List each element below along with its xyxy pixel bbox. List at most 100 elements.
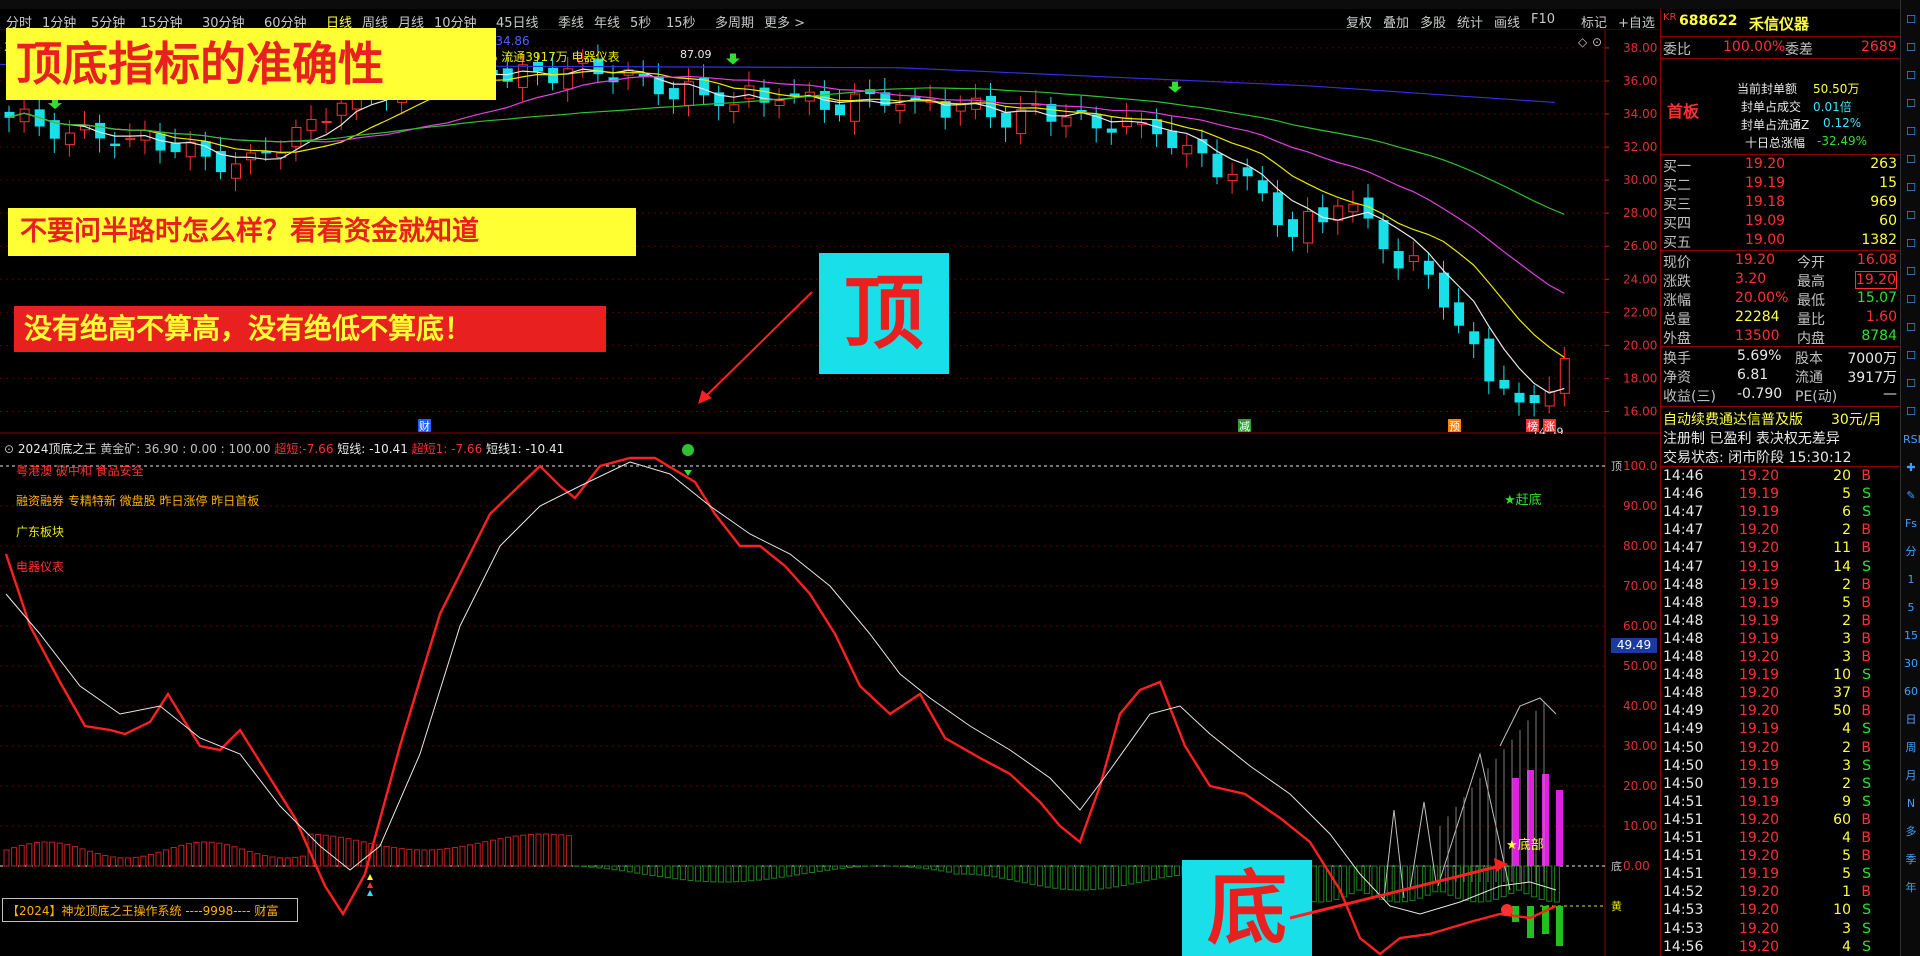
side-tool-icon[interactable]: ✚ [1903, 460, 1919, 476]
candle [215, 136, 226, 180]
seal-float-row: 封单占流通Z 0.12% [1661, 115, 1901, 134]
tool-button-6[interactable]: 标记 [1581, 12, 1607, 31]
side-tool-icon[interactable]: 5 [1903, 600, 1919, 616]
tick-volume: 10 [1833, 902, 1851, 919]
ten-day-row: 十日总涨幅 -32.49% [1661, 133, 1901, 152]
tick-row: 14:47 19.20 2 B [1661, 521, 1901, 539]
event-marker[interactable]: 预 [1449, 420, 1460, 433]
event-marker[interactable]: 减 [1239, 420, 1250, 433]
period-tab-13[interactable]: 5秒 [630, 12, 651, 31]
indicator-params: 黄金矿: 36.90 : 0.00 : 100.00 [100, 442, 271, 456]
side-tool-icon[interactable]: 日 [1903, 712, 1919, 728]
bid-price: 19.09 [1745, 213, 1786, 229]
side-tool-icon[interactable]: ☐ [1903, 376, 1919, 392]
side-tool-icon[interactable]: 季 [1903, 852, 1919, 868]
side-tool-icon[interactable]: ☐ [1903, 40, 1919, 56]
candle [185, 131, 196, 171]
side-tool-icon[interactable]: ☐ [1903, 264, 1919, 280]
tool-button-0[interactable]: 复权 [1346, 12, 1372, 31]
stat-label-2: 最高 [1797, 274, 1825, 290]
tick-row: 14:49 19.19 4 S [1661, 720, 1901, 738]
seal-amount-row: 当前封单额 50.50万 [1661, 79, 1901, 98]
tick-side: S [1862, 775, 1871, 792]
ad-price[interactable]: 30元/月 [1831, 409, 1882, 429]
side-tool-icon[interactable]: 多 [1903, 824, 1919, 840]
candle [1514, 382, 1525, 416]
event-marker[interactable]: 财 [419, 419, 430, 433]
stat-row: 涨幅 20.00% 最低 15.07 [1661, 289, 1901, 309]
side-tool-icon[interactable]: 30 [1903, 656, 1919, 672]
event-marker[interactable]: 涨 [1544, 420, 1555, 433]
indicator-name[interactable]: 2024顶底之王 [18, 442, 97, 456]
period-tab-12[interactable]: 年线 [594, 12, 620, 31]
tick-row: 14:50 19.20 2 B [1661, 739, 1901, 757]
side-tool-icon[interactable]: Fs [1903, 516, 1919, 532]
side-tool-icon[interactable]: N [1903, 796, 1919, 812]
bid-volume: 1382 [1861, 232, 1897, 248]
tool-button-2[interactable]: 多股 [1420, 12, 1446, 31]
side-tool-icon[interactable]: ☐ [1903, 124, 1919, 140]
tick-time: 14:51 [1663, 811, 1704, 828]
bid-row[interactable]: 买二 19.19 15 [1661, 174, 1901, 194]
side-tool-icon[interactable]: ☐ [1903, 12, 1919, 28]
period-tab-10[interactable]: 45日线 [496, 12, 539, 31]
tool-button-1[interactable]: 叠加 [1383, 12, 1409, 31]
side-tool-icon[interactable]: ☐ [1903, 208, 1919, 224]
ad-row[interactable]: 自动续费通达信普及版 30元/月 [1661, 408, 1901, 429]
bid-row[interactable]: 买一 19.20 263 [1661, 155, 1901, 175]
bid-row[interactable]: 买三 19.18 969 [1661, 193, 1901, 213]
main-y-tick-label: 20.00 [1623, 338, 1657, 352]
candle [246, 144, 257, 175]
seal-amount-label: 当前封单额 [1737, 82, 1798, 96]
period-tab-15[interactable]: 多周期 [715, 12, 754, 31]
weibi-value: 100.00% [1723, 39, 1786, 55]
side-tool-icon[interactable]: 月 [1903, 768, 1919, 784]
side-tool-icon[interactable]: 60 [1903, 684, 1919, 700]
tool-button-7[interactable]: +自选 [1618, 12, 1655, 31]
side-tool-icon[interactable]: ☐ [1903, 348, 1919, 364]
oscillator-chart[interactable]: 100.0 90.00 80.00 70.00 60.00 50.00 40.00 30.00… [0, 436, 1660, 956]
event-marker[interactable]: 榜 [1527, 419, 1538, 433]
signal-bar-up [1556, 790, 1563, 866]
stat-label-2: 量比 [1797, 312, 1825, 328]
tool-button-3[interactable]: 统计 [1457, 12, 1483, 31]
tick-row: 14:51 19.19 5 S [1661, 865, 1901, 883]
side-tool-icon[interactable]: 年 [1903, 880, 1919, 896]
stock-header[interactable]: KR 688622 禾信仪器 [1661, 12, 1901, 33]
side-tool-icon[interactable]: ☐ [1903, 236, 1919, 252]
stat-row: 现价 19.20 今开 16.08 [1661, 251, 1901, 271]
legend-expand-icon[interactable]: ⊙ [4, 442, 14, 456]
tick-volume: 20 [1833, 468, 1851, 484]
side-tool-icon[interactable]: ☐ [1903, 180, 1919, 196]
side-tool-icon[interactable]: ☐ [1903, 68, 1919, 84]
tick-volume: 3 [1842, 920, 1851, 937]
ad-text[interactable]: 自动续费通达信普及版 [1663, 409, 1803, 429]
side-tool-icon[interactable]: ✎ [1903, 488, 1919, 504]
side-tool-icon[interactable]: ☐ [1903, 152, 1919, 168]
period-tab-14[interactable]: 15秒 [666, 12, 696, 31]
side-tool-icon[interactable]: ☐ [1903, 292, 1919, 308]
tool-button-4[interactable]: 画线 [1494, 12, 1520, 31]
tick-side: S [1862, 667, 1871, 684]
bid-row[interactable]: 买四 19.09 60 [1661, 212, 1901, 232]
tick-price: 19.20 [1739, 649, 1780, 665]
top-signal-icon[interactable] [682, 444, 694, 456]
side-tool-icon[interactable]: ☐ [1903, 320, 1919, 336]
side-tool-icon[interactable]: RSI [1903, 432, 1920, 448]
period-tab-11[interactable]: 季线 [558, 12, 584, 31]
tool-button-5[interactable]: F10 [1531, 12, 1555, 27]
bid-row[interactable]: 买五 19.00 1382 [1661, 231, 1901, 251]
side-tool-icon[interactable]: ☐ [1903, 96, 1919, 112]
side-tool-icon[interactable]: 1 [1903, 572, 1919, 588]
side-tool-icon[interactable]: ☐ [1903, 404, 1919, 420]
side-tool-icon[interactable]: 分 [1903, 544, 1919, 560]
period-tab-16[interactable]: 更多 > [764, 12, 805, 31]
stat2-row: 换手 5.69% 股本 7000万 [1661, 347, 1901, 367]
buy-signal-triangle-icon [367, 882, 373, 888]
chart-options-icon[interactable]: ◇ [1578, 35, 1588, 49]
tick-row: 14:48 19.20 3 B [1661, 648, 1901, 666]
side-tool-icon[interactable]: 周 [1903, 740, 1919, 756]
chart-settings-icon[interactable]: ⊙ [1592, 35, 1602, 49]
side-tool-icon[interactable]: 15 [1903, 628, 1919, 644]
bottom-signal-icon[interactable] [1501, 904, 1513, 916]
